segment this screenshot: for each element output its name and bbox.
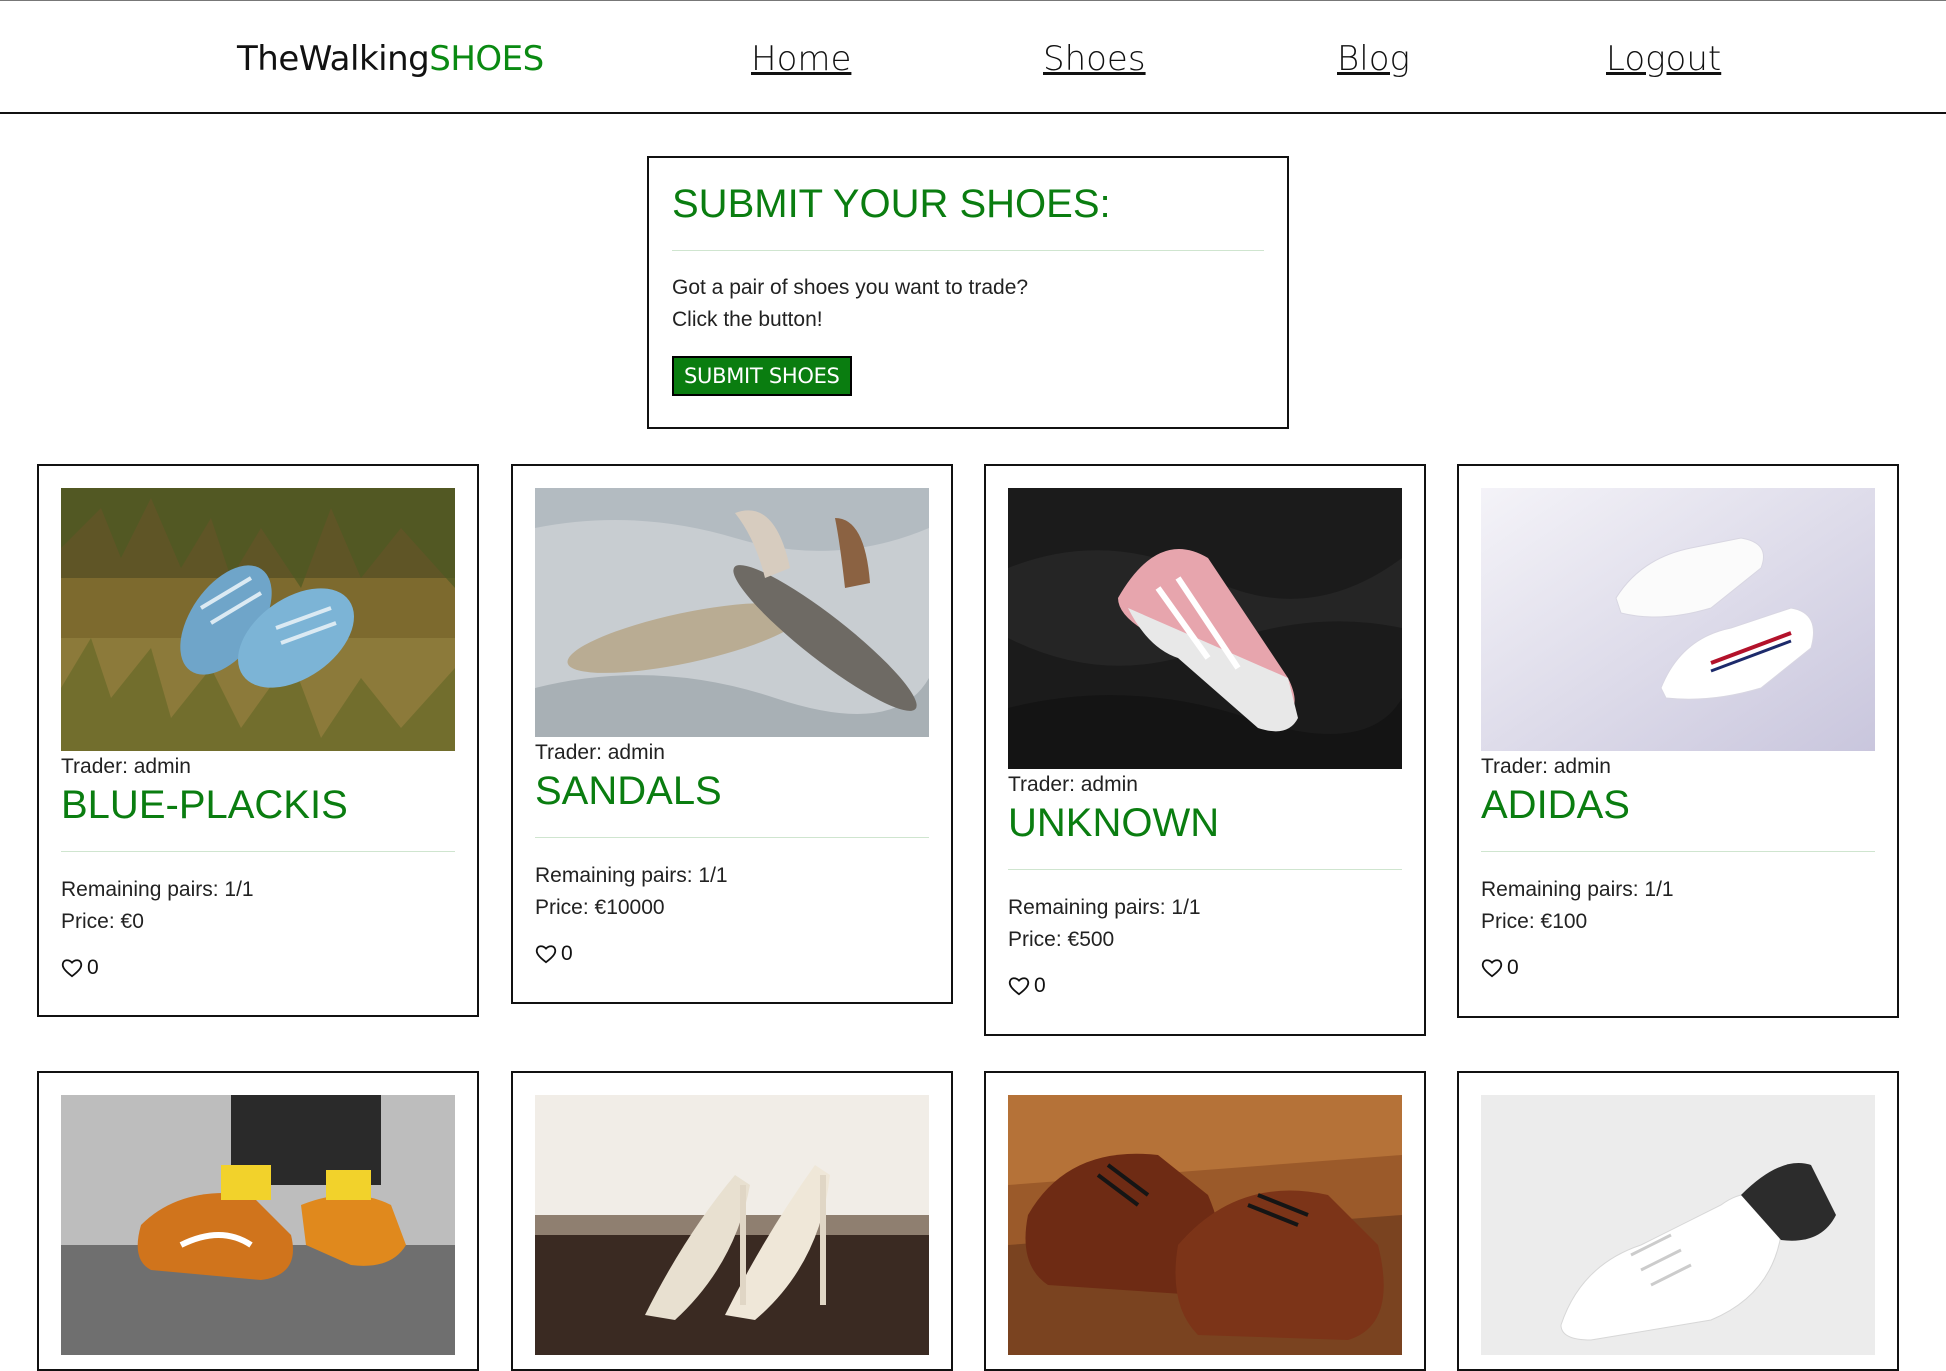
shoe-card[interactable] <box>511 1071 953 1371</box>
heart-icon <box>1481 959 1503 978</box>
remaining-pairs: Remaining pairs: 1/1 <box>1481 878 1674 901</box>
like-button[interactable]: 0 <box>535 942 929 966</box>
shoe-image[interactable] <box>61 488 455 751</box>
divider <box>1008 869 1402 870</box>
shoe-card[interactable] <box>37 1071 479 1371</box>
shoe-card[interactable]: Trader: admin UNKNOWN Remaining pairs: 1… <box>984 464 1426 1036</box>
price: Price: €10000 <box>535 896 665 919</box>
trader-label: Trader: admin <box>535 741 665 764</box>
like-count: 0 <box>87 956 99 979</box>
shoe-info: Remaining pairs: 1/1 Price: €500 <box>1008 892 1402 956</box>
shoe-info: Remaining pairs: 1/1 Price: €100 <box>1481 874 1875 938</box>
card-body: Trader: admin SANDALS Remaining pairs: 1… <box>535 741 929 966</box>
shoe-card[interactable]: Trader: admin SANDALS Remaining pairs: 1… <box>511 464 953 1004</box>
shoe-image[interactable] <box>1008 488 1402 769</box>
shoe-image[interactable] <box>61 1095 455 1355</box>
like-count: 0 <box>561 942 573 965</box>
submit-description: Got a pair of shoes you want to trade? C… <box>672 272 1264 336</box>
nav-logout-link[interactable]: Logout <box>1606 39 1721 79</box>
like-count: 0 <box>1034 974 1046 997</box>
remaining-pairs: Remaining pairs: 1/1 <box>61 878 254 901</box>
card-body: Trader: admin ADIDAS Remaining pairs: 1/… <box>1481 755 1875 980</box>
shoe-image[interactable] <box>1481 1095 1875 1355</box>
remaining-pairs: Remaining pairs: 1/1 <box>535 864 728 887</box>
trader-label: Trader: admin <box>1008 773 1138 796</box>
shoe-card[interactable]: Trader: admin BLUE-PLACKIS Remaining pai… <box>37 464 479 1017</box>
submit-shoes-panel: SUBMIT YOUR SHOES: Got a pair of shoes y… <box>647 156 1289 429</box>
shoe-card[interactable]: Trader: admin ADIDAS Remaining pairs: 1/… <box>1457 464 1899 1018</box>
trader-label: Trader: admin <box>1481 755 1611 778</box>
heart-icon <box>535 945 557 964</box>
shoe-title[interactable]: ADIDAS <box>1481 781 1875 829</box>
nav-blog-link[interactable]: Blog <box>1337 39 1410 79</box>
divider <box>535 837 929 838</box>
submit-title: SUBMIT YOUR SHOES: <box>672 182 1111 226</box>
shoe-image[interactable] <box>1481 488 1875 751</box>
price: Price: €500 <box>1008 928 1115 951</box>
card-body: Trader: admin BLUE-PLACKIS Remaining pai… <box>61 755 455 980</box>
price: Price: €0 <box>61 910 144 933</box>
shoe-info: Remaining pairs: 1/1 Price: €10000 <box>535 860 929 924</box>
brand-prefix: TheWalking <box>237 39 430 79</box>
card-body: Trader: admin UNKNOWN Remaining pairs: 1… <box>1008 773 1402 998</box>
shoe-image[interactable] <box>535 1095 929 1355</box>
brand-logo[interactable]: TheWalkingSHOES <box>237 39 544 79</box>
navbar: TheWalkingSHOES Home Shoes Blog Logout <box>0 1 1946 114</box>
shoe-card[interactable] <box>984 1071 1426 1371</box>
shoe-title[interactable]: BLUE-PLACKIS <box>61 781 455 829</box>
like-button[interactable]: 0 <box>1481 956 1875 980</box>
shoe-title[interactable]: UNKNOWN <box>1008 799 1402 847</box>
nav-shoes-link[interactable]: Shoes <box>1043 39 1146 79</box>
like-button[interactable]: 0 <box>61 956 455 980</box>
heart-icon <box>61 959 83 978</box>
divider <box>1481 851 1875 852</box>
heart-icon <box>1008 977 1030 996</box>
submit-line-2: Click the button! <box>672 308 823 331</box>
brand-accent: SHOES <box>429 39 544 79</box>
shoe-card[interactable] <box>1457 1071 1899 1371</box>
remaining-pairs: Remaining pairs: 1/1 <box>1008 896 1201 919</box>
submit-shoes-button[interactable]: SUBMIT SHOES <box>672 356 852 396</box>
shoe-image[interactable] <box>535 488 929 737</box>
divider <box>61 851 455 852</box>
shoe-info: Remaining pairs: 1/1 Price: €0 <box>61 874 455 938</box>
like-count: 0 <box>1507 956 1519 979</box>
shoe-image[interactable] <box>1008 1095 1402 1355</box>
divider <box>672 250 1264 251</box>
submit-line-1: Got a pair of shoes you want to trade? <box>672 276 1029 299</box>
like-button[interactable]: 0 <box>1008 974 1402 998</box>
shoe-title[interactable]: SANDALS <box>535 767 929 815</box>
trader-label: Trader: admin <box>61 755 191 778</box>
price: Price: €100 <box>1481 910 1588 933</box>
nav-home-link[interactable]: Home <box>751 39 851 79</box>
